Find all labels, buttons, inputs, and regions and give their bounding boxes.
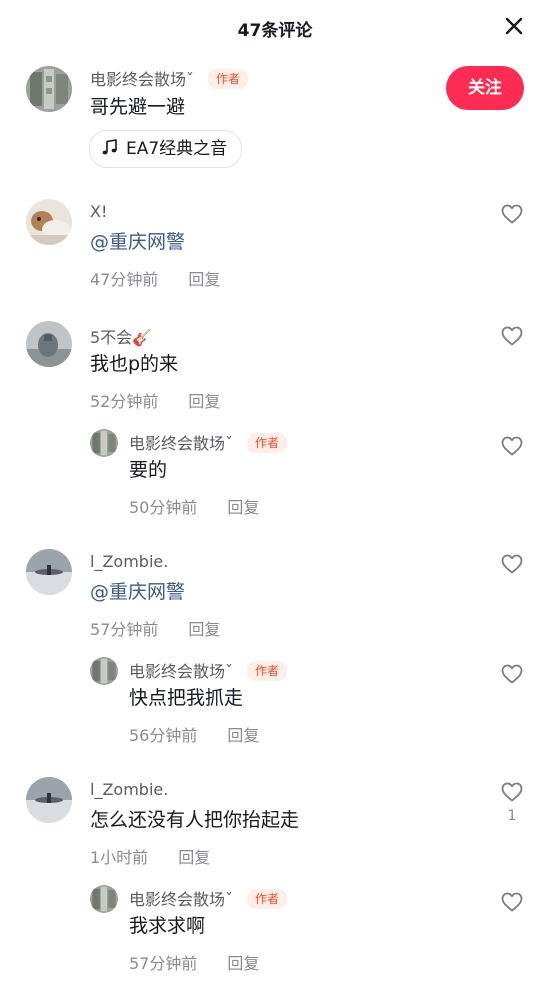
reply-nickname-row: 电影终会散场ˇ 作者	[129, 886, 288, 910]
reply-nickname-row: 电影终会散场ˇ 作者	[129, 430, 288, 454]
author-badge: 作者	[247, 889, 288, 909]
avatar[interactable]	[26, 321, 72, 367]
comment-text[interactable]: @重庆网警	[90, 227, 185, 254]
nickname[interactable]: 电影终会散场ˇ	[129, 662, 233, 681]
heart-icon[interactable]	[500, 662, 524, 686]
post-text: 哥先避一避	[90, 96, 186, 118]
reply-meta: 50分钟前 回复	[129, 494, 259, 518]
timestamp: 47分钟前	[90, 270, 159, 289]
timestamp: 52分钟前	[90, 392, 159, 411]
timestamp: 50分钟前	[129, 498, 198, 517]
avatar[interactable]	[26, 66, 72, 112]
avatar[interactable]	[26, 777, 72, 823]
author-badge: 作者	[208, 69, 249, 89]
heart-icon[interactable]	[500, 324, 524, 348]
reply-button[interactable]: 回复	[227, 954, 259, 973]
heart-icon[interactable]	[500, 434, 524, 458]
nickname[interactable]: 电影终会散场ˇ	[129, 434, 233, 453]
nickname[interactable]: 电影终会散场ˇ	[129, 890, 233, 909]
heart-icon[interactable]	[500, 202, 524, 226]
author-nickname-row: 电影终会散场ˇ 作者	[90, 66, 249, 90]
timestamp: 56分钟前	[129, 726, 198, 745]
avatar[interactable]	[90, 885, 118, 913]
comment-meta: 47分钟前 回复	[90, 266, 220, 290]
nickname[interactable]: 电影终会散场ˇ	[90, 70, 194, 89]
comment-text[interactable]: @重庆网警	[90, 577, 185, 604]
avatar[interactable]	[90, 429, 118, 457]
comment-text: 怎么还没有人把你抬起走	[90, 809, 300, 831]
heart-icon[interactable]	[500, 780, 524, 804]
comment-count-title: 47条评论	[237, 21, 313, 41]
comment-meta: 1小时前 回复	[90, 844, 210, 868]
comment-meta: 57分钟前 回复	[90, 616, 220, 640]
nickname[interactable]: l_Zombie.	[90, 552, 168, 571]
reply-button[interactable]: 回复	[188, 392, 220, 411]
avatar[interactable]	[26, 199, 72, 245]
timestamp: 57分钟前	[129, 954, 198, 973]
avatar[interactable]	[26, 549, 72, 595]
music-chip[interactable]: EA7经典之音	[89, 130, 243, 168]
reply-meta: 57分钟前 回复	[129, 950, 259, 974]
timestamp: 57分钟前	[90, 620, 159, 639]
like-count: 1	[507, 808, 517, 824]
music-label: EA7经典之音	[126, 139, 228, 159]
follow-button[interactable]: 关注	[446, 66, 524, 110]
reply-text: 快点把我抓走	[129, 687, 244, 709]
timestamp: 1小时前	[90, 848, 149, 867]
reply-button[interactable]: 回复	[227, 498, 259, 517]
avatar[interactable]	[90, 657, 118, 685]
author-badge: 作者	[247, 661, 288, 681]
nickname[interactable]: l_Zombie.	[90, 780, 168, 799]
reply-text: 要的	[129, 459, 168, 481]
comments-header: 47条评论	[0, 0, 550, 54]
comment-meta: 52分钟前 回复	[90, 388, 220, 412]
reply-meta: 56分钟前 回复	[129, 722, 259, 746]
heart-icon[interactable]	[500, 890, 524, 914]
close-icon[interactable]	[502, 14, 526, 38]
reply-button[interactable]: 回复	[188, 620, 220, 639]
music-note-icon	[102, 139, 117, 155]
heart-icon[interactable]	[500, 552, 524, 576]
nickname[interactable]: X!	[90, 202, 107, 221]
reply-button[interactable]: 回复	[227, 726, 259, 745]
comment-text: 我也p的来	[90, 353, 179, 375]
author-badge: 作者	[247, 433, 288, 453]
reply-button[interactable]: 回复	[178, 848, 210, 867]
reply-button[interactable]: 回复	[188, 270, 220, 289]
reply-text: 我求求啊	[129, 915, 206, 937]
reply-nickname-row: 电影终会散场ˇ 作者	[129, 658, 288, 682]
nickname[interactable]: 5不会🎸	[90, 324, 152, 348]
